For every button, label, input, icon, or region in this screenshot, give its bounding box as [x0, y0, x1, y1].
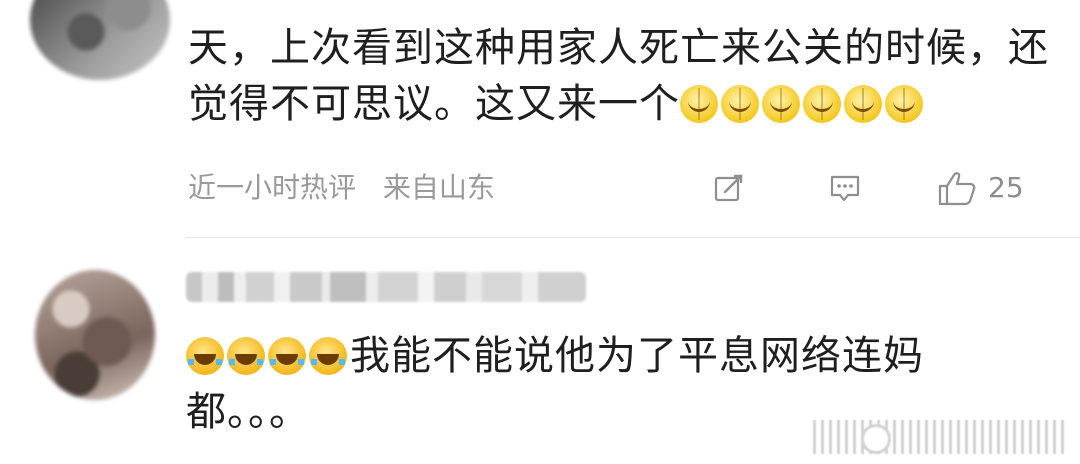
laughing-tears-emoji	[268, 337, 306, 375]
like-count: 25	[988, 171, 1024, 204]
edit-share-icon	[714, 174, 743, 202]
comment-divider	[186, 237, 1080, 238]
commenter-avatar[interactable]	[30, 0, 170, 80]
watermark	[813, 420, 1068, 454]
smile-emoji	[803, 85, 841, 123]
laughing-tears-emoji	[309, 337, 347, 375]
smile-emoji	[680, 85, 718, 123]
laughing-tears-emoji	[186, 337, 224, 375]
thumbs-up-icon	[938, 172, 976, 206]
commenter-name[interactable]	[186, 272, 586, 302]
reply-button[interactable]	[826, 170, 864, 206]
smile-emoji	[721, 85, 759, 123]
smile-emoji	[885, 85, 923, 123]
comment-time: 近一小时热评	[188, 171, 357, 204]
laughing-tears-emoji	[227, 337, 265, 375]
like-button[interactable]: 25	[936, 170, 1024, 206]
commenter-avatar[interactable]	[35, 270, 155, 400]
comment-meta-left: 近一小时热评 来自山东	[188, 166, 1058, 210]
smile-emoji	[844, 85, 882, 123]
smile-emoji	[762, 85, 800, 123]
comment-meta-row: 近一小时热评 来自山东 25	[188, 166, 1058, 210]
share-button[interactable]	[711, 170, 747, 206]
comment-icon	[830, 175, 860, 202]
comment-location: 来自山东	[382, 171, 495, 204]
comment-text: 天，上次看到这种用家人死亡来公关的时候，还觉得不可思议。这又来一个	[188, 20, 1058, 132]
